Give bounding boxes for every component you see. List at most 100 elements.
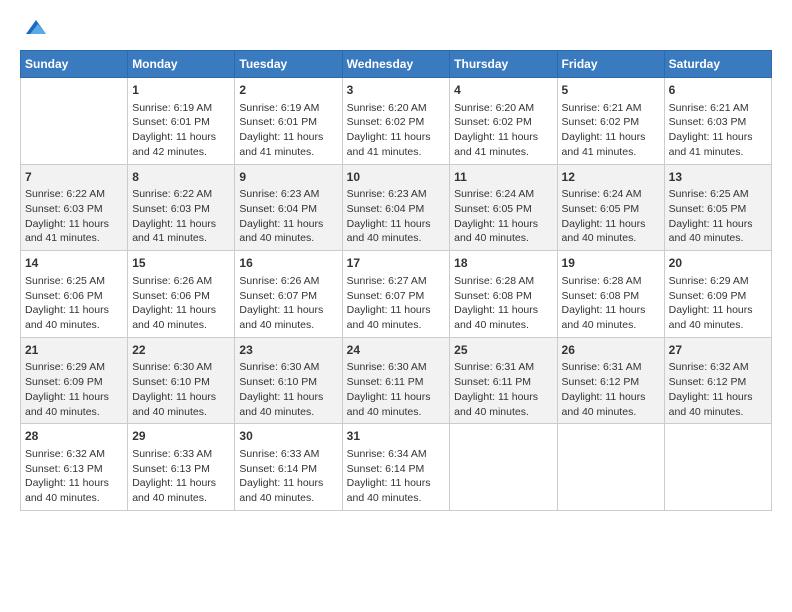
day-info: Daylight: 11 hours and 40 minutes. (25, 303, 123, 332)
day-info: Sunset: 6:11 PM (454, 375, 552, 390)
week-row-4: 21Sunrise: 6:29 AMSunset: 6:09 PMDayligh… (21, 337, 772, 424)
day-info: Sunrise: 6:30 AM (239, 360, 337, 375)
day-info: Sunset: 6:05 PM (562, 202, 660, 217)
day-info: Daylight: 11 hours and 40 minutes. (669, 390, 767, 419)
day-number: 24 (347, 342, 446, 359)
day-info: Daylight: 11 hours and 40 minutes. (239, 217, 337, 246)
day-info: Sunrise: 6:28 AM (454, 274, 552, 289)
day-number: 25 (454, 342, 552, 359)
calendar-cell: 10Sunrise: 6:23 AMSunset: 6:04 PMDayligh… (342, 164, 450, 251)
day-info: Daylight: 11 hours and 40 minutes. (347, 303, 446, 332)
day-info: Sunrise: 6:23 AM (347, 187, 446, 202)
day-number: 13 (669, 169, 767, 186)
day-number: 4 (454, 82, 552, 99)
day-info: Daylight: 11 hours and 41 minutes. (25, 217, 123, 246)
day-info: Daylight: 11 hours and 42 minutes. (132, 130, 230, 159)
calendar-cell: 26Sunrise: 6:31 AMSunset: 6:12 PMDayligh… (557, 337, 664, 424)
calendar-cell: 31Sunrise: 6:34 AMSunset: 6:14 PMDayligh… (342, 424, 450, 511)
calendar-cell: 16Sunrise: 6:26 AMSunset: 6:07 PMDayligh… (235, 251, 342, 338)
logo-icon (24, 16, 48, 40)
day-info: Sunrise: 6:29 AM (25, 360, 123, 375)
day-info: Sunset: 6:02 PM (454, 115, 552, 130)
day-info: Sunset: 6:07 PM (347, 289, 446, 304)
day-info: Sunset: 6:10 PM (239, 375, 337, 390)
calendar-cell: 14Sunrise: 6:25 AMSunset: 6:06 PMDayligh… (21, 251, 128, 338)
day-number: 19 (562, 255, 660, 272)
day-header-tuesday: Tuesday (235, 51, 342, 78)
calendar-cell (21, 78, 128, 165)
day-number: 3 (347, 82, 446, 99)
day-info: Daylight: 11 hours and 40 minutes. (562, 390, 660, 419)
day-info: Sunset: 6:10 PM (132, 375, 230, 390)
calendar-cell (557, 424, 664, 511)
day-info: Sunrise: 6:20 AM (347, 101, 446, 116)
day-info: Sunset: 6:02 PM (347, 115, 446, 130)
day-info: Sunrise: 6:22 AM (25, 187, 123, 202)
day-info: Daylight: 11 hours and 41 minutes. (347, 130, 446, 159)
day-header-friday: Friday (557, 51, 664, 78)
calendar-cell: 23Sunrise: 6:30 AMSunset: 6:10 PMDayligh… (235, 337, 342, 424)
day-header-thursday: Thursday (450, 51, 557, 78)
day-info: Sunrise: 6:34 AM (347, 447, 446, 462)
day-header-sunday: Sunday (21, 51, 128, 78)
day-info: Daylight: 11 hours and 40 minutes. (132, 476, 230, 505)
day-info: Sunset: 6:06 PM (25, 289, 123, 304)
calendar-cell: 11Sunrise: 6:24 AMSunset: 6:05 PMDayligh… (450, 164, 557, 251)
day-info: Sunset: 6:06 PM (132, 289, 230, 304)
day-info: Daylight: 11 hours and 40 minutes. (562, 217, 660, 246)
logo (20, 20, 48, 40)
calendar-cell: 19Sunrise: 6:28 AMSunset: 6:08 PMDayligh… (557, 251, 664, 338)
day-info: Sunset: 6:08 PM (454, 289, 552, 304)
day-header-monday: Monday (128, 51, 235, 78)
day-info: Daylight: 11 hours and 40 minutes. (239, 303, 337, 332)
calendar-cell (450, 424, 557, 511)
day-info: Sunrise: 6:20 AM (454, 101, 552, 116)
day-info: Sunset: 6:03 PM (669, 115, 767, 130)
day-info: Sunset: 6:05 PM (454, 202, 552, 217)
day-info: Sunset: 6:13 PM (132, 462, 230, 477)
calendar-cell: 25Sunrise: 6:31 AMSunset: 6:11 PMDayligh… (450, 337, 557, 424)
day-info: Daylight: 11 hours and 41 minutes. (669, 130, 767, 159)
day-number: 16 (239, 255, 337, 272)
day-info: Sunrise: 6:27 AM (347, 274, 446, 289)
day-info: Daylight: 11 hours and 41 minutes. (132, 217, 230, 246)
calendar-cell: 29 Sunrise: 6:33 AMSunset: 6:13 PMDayligh… (128, 424, 235, 511)
day-number: 28 (25, 428, 123, 445)
day-info: Daylight: 11 hours and 40 minutes. (454, 390, 552, 419)
day-info: Sunrise: 6:33 AM (132, 447, 230, 462)
day-number: 11 (454, 169, 552, 186)
day-info: Sunset: 6:09 PM (25, 375, 123, 390)
day-info: Sunset: 6:04 PM (239, 202, 337, 217)
day-info: Sunrise: 6:25 AM (669, 187, 767, 202)
day-info: Daylight: 11 hours and 40 minutes. (132, 303, 230, 332)
day-number: 17 (347, 255, 446, 272)
calendar-cell: 8Sunrise: 6:22 AMSunset: 6:03 PMDaylight… (128, 164, 235, 251)
day-info: Daylight: 11 hours and 40 minutes. (669, 217, 767, 246)
calendar-cell: 4Sunrise: 6:20 AMSunset: 6:02 PMDaylight… (450, 78, 557, 165)
day-info: Daylight: 11 hours and 40 minutes. (454, 217, 552, 246)
calendar-cell: 24Sunrise: 6:30 AMSunset: 6:11 PMDayligh… (342, 337, 450, 424)
day-info: Sunrise: 6:32 AM (25, 447, 123, 462)
day-info: Sunrise: 6:21 AM (562, 101, 660, 116)
day-info: Daylight: 11 hours and 40 minutes. (25, 476, 123, 505)
day-info: Sunset: 6:11 PM (347, 375, 446, 390)
day-number: 29 (132, 428, 230, 445)
day-info: Sunset: 6:08 PM (562, 289, 660, 304)
day-info: Sunrise: 6:32 AM (669, 360, 767, 375)
day-info: Daylight: 11 hours and 40 minutes. (347, 217, 446, 246)
calendar-cell: 1Sunrise: 6:19 AMSunset: 6:01 PMDaylight… (128, 78, 235, 165)
calendar-cell: 2Sunrise: 6:19 AMSunset: 6:01 PMDaylight… (235, 78, 342, 165)
day-header-wednesday: Wednesday (342, 51, 450, 78)
day-number: 7 (25, 169, 123, 186)
calendar-cell: 18Sunrise: 6:28 AMSunset: 6:08 PMDayligh… (450, 251, 557, 338)
calendar-cell: 3 Sunrise: 6:20 AMSunset: 6:02 PMDaylight… (342, 78, 450, 165)
day-number: 9 (239, 169, 337, 186)
day-number: 31 (347, 428, 446, 445)
day-number: 15 (132, 255, 230, 272)
day-info: Daylight: 11 hours and 41 minutes. (562, 130, 660, 159)
day-number: 1 (132, 82, 230, 99)
week-row-3: 14Sunrise: 6:25 AMSunset: 6:06 PMDayligh… (21, 251, 772, 338)
day-number: 10 (347, 169, 446, 186)
day-number: 8 (132, 169, 230, 186)
day-info: Sunrise: 6:33 AM (239, 447, 337, 462)
